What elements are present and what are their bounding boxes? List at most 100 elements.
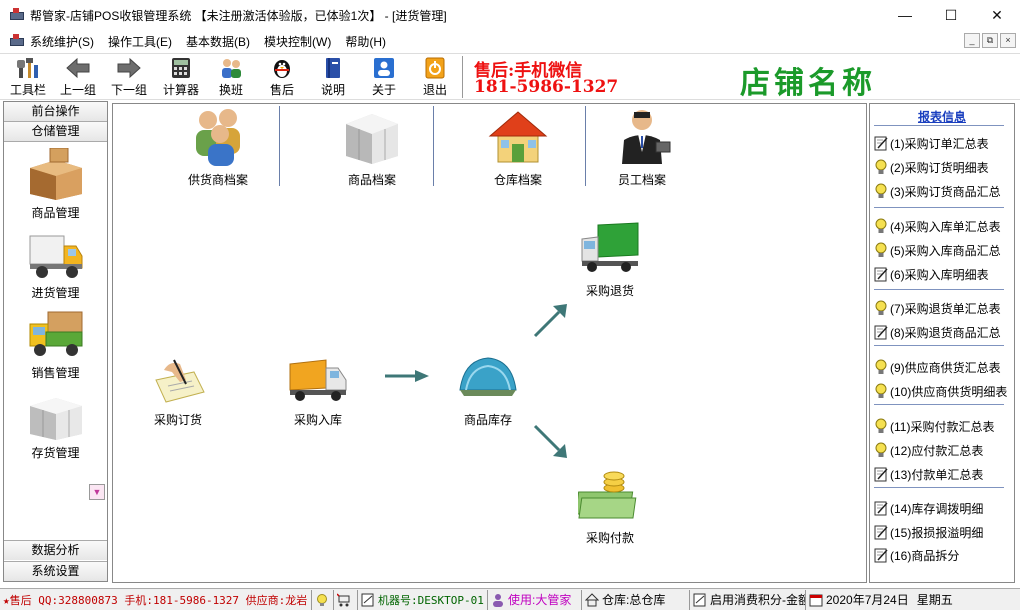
green-truck-icon xyxy=(578,221,642,277)
minimize-button[interactable]: — xyxy=(882,0,928,30)
book-icon xyxy=(321,57,345,79)
tools-icon xyxy=(16,57,40,79)
nav-data-analysis[interactable]: 数据分析 xyxy=(4,540,107,560)
report-item-label: (2)采购订货明细表 xyxy=(890,160,989,175)
supplier-archive-button[interactable]: 供货商档案 xyxy=(143,106,293,187)
toolbar-label: 售后 xyxy=(269,83,294,97)
nav-scroll-down-button[interactable]: ▼ xyxy=(89,484,105,500)
report-item[interactable]: (12)应付款汇总表 xyxy=(874,440,983,460)
mdi-minimize-button[interactable]: _ xyxy=(964,33,980,48)
nav-module-list: 商品管理 进货管理 销售管理 存货管理 ▼ xyxy=(4,142,107,539)
report-panel-title[interactable]: 报表信息 xyxy=(870,108,1014,124)
report-item[interactable]: (15)报损报溢明细 xyxy=(874,522,983,542)
toolbar-tools-button[interactable]: 工具栏 xyxy=(3,57,53,99)
note-icon xyxy=(874,500,888,516)
nav-warehouse-management[interactable]: 仓储管理 xyxy=(4,122,107,142)
toolbar-next-group-button[interactable]: 下一组 xyxy=(104,57,154,99)
report-item[interactable]: (16)商品拆分 xyxy=(874,545,959,565)
menu-system[interactable]: 系统维护(S) xyxy=(30,33,94,50)
report-item[interactable]: (8)采购退货商品汇总 xyxy=(874,322,1001,342)
flow-label: 采购入库 xyxy=(293,413,342,427)
bulb-icon xyxy=(874,242,888,258)
nav-system-settings[interactable]: 系统设置 xyxy=(4,561,107,581)
toolbar-label: 计算器 xyxy=(162,83,199,97)
purchase-inbound-button[interactable]: 采购入库 xyxy=(273,350,363,430)
status-warehouse: 仓库:总仓库 xyxy=(582,589,690,610)
close-button[interactable]: ✕ xyxy=(974,0,1020,30)
menu-basic-data[interactable]: 基本数据(B) xyxy=(186,33,250,50)
bulb-icon xyxy=(874,300,888,316)
status-date: 2020年7月24日 星期五 xyxy=(806,590,1020,610)
purchase-order-button[interactable]: 采购订货 xyxy=(133,350,223,430)
report-item[interactable]: (14)库存调拨明细 xyxy=(874,498,983,518)
nav-front-desk[interactable]: 前台操作 xyxy=(4,102,107,122)
report-item[interactable]: (9)供应商供货汇总表 xyxy=(874,357,1001,377)
maximize-button[interactable]: ☐ xyxy=(928,0,974,30)
nav-item-label: 销售管理 xyxy=(31,366,80,380)
report-item-label: (4)采购入库单汇总表 xyxy=(890,219,1001,234)
report-group-divider xyxy=(874,289,1004,290)
report-item[interactable]: (11)采购付款汇总表 xyxy=(874,416,994,436)
mdi-close-button[interactable]: × xyxy=(1000,33,1016,48)
suppliers-icon xyxy=(186,106,250,166)
report-item[interactable]: (7)采购退货单汇总表 xyxy=(874,298,1001,318)
bulb-icon xyxy=(874,218,888,234)
app-icon xyxy=(10,8,24,22)
top-row-divider xyxy=(279,106,280,186)
flow-label: 采购订货 xyxy=(153,413,202,427)
report-item[interactable]: (2)采购订货明细表 xyxy=(874,157,989,177)
note-icon xyxy=(874,466,888,482)
mdi-restore-button[interactable]: ⧉ xyxy=(982,33,998,48)
report-item[interactable]: (4)采购入库单汇总表 xyxy=(874,216,1001,236)
note-icon xyxy=(874,524,888,540)
report-item[interactable]: (3)采购订货商品汇总 xyxy=(874,181,1001,201)
toolbar-shift-button[interactable]: 换班 xyxy=(206,57,256,99)
report-panel: 报表信息 (1)采购订单汇总表 (2)采购订货明细表 (3)采购订货商品汇总 (4)采… xyxy=(869,103,1015,583)
menu-module-control[interactable]: 模块控制(W) xyxy=(264,33,331,50)
product-stock-button[interactable]: 商品库存 xyxy=(443,350,533,430)
status-weekday-text: 星期五 xyxy=(916,593,953,607)
toolbar-aftersale-button[interactable]: 售后 xyxy=(257,57,307,99)
report-item[interactable]: (5)采购入库商品汇总 xyxy=(874,240,1001,260)
bulb-icon xyxy=(874,383,888,399)
status-machine-text: 机器号:DESKTOP-01 xyxy=(378,593,484,607)
status-user-text: 使用:大管家 xyxy=(508,593,572,607)
report-item[interactable]: (10)供应商供货明细表 xyxy=(874,381,1007,401)
boxes-icon xyxy=(26,147,86,200)
bulb-icon xyxy=(874,442,888,458)
arrow-left-icon xyxy=(66,57,90,79)
status-bulb xyxy=(312,589,334,610)
toolbar-prev-group-button[interactable]: 上一组 xyxy=(53,57,103,99)
note-icon xyxy=(874,547,888,563)
report-item-label: (3)采购订货商品汇总 xyxy=(890,184,1001,199)
report-item-label: (10)供应商供货明细表 xyxy=(890,384,1008,399)
menu-tools[interactable]: 操作工具(E) xyxy=(108,33,172,50)
note-icon xyxy=(361,593,375,607)
main-panel: 供货商档案 商品档案 仓库档案 员工档案 采购订货 采购入库 商品库存 采购退货… xyxy=(112,103,867,583)
nav-inventory-management[interactable]: 存货管理 xyxy=(4,388,107,466)
report-item-label: (6)采购入库明细表 xyxy=(890,267,989,282)
toolbar-about-button[interactable]: 关于 xyxy=(359,57,409,99)
report-item[interactable]: (13)付款单汇总表 xyxy=(874,464,983,484)
product-archive-button[interactable]: 商品档案 xyxy=(297,106,447,187)
penguin-icon xyxy=(270,57,294,79)
menu-help[interactable]: 帮助(H) xyxy=(345,33,386,50)
cargo-truck-icon xyxy=(26,308,86,360)
flow-label: 采购退货 xyxy=(585,284,634,298)
nav-purchase-management[interactable]: 进货管理 xyxy=(4,228,107,306)
toolbar-exit-button[interactable]: 退出 xyxy=(410,57,460,99)
nav-sales-management[interactable]: 销售管理 xyxy=(4,308,107,386)
window-title: 帮管家-店铺POS收银管理系统 【未注册激活体验版，已体验1次】 - [进货管理… xyxy=(30,8,447,23)
nav-product-management[interactable]: 商品管理 xyxy=(4,147,107,226)
bulb-icon xyxy=(315,593,329,607)
toolbar-calculator-button[interactable]: 计算器 xyxy=(156,57,206,99)
app-menu-icon[interactable] xyxy=(10,34,24,48)
report-item[interactable]: (6)采购入库明细表 xyxy=(874,264,989,284)
purchase-return-button[interactable]: 采购退货 xyxy=(565,221,655,301)
employee-archive-button[interactable]: 员工档案 xyxy=(567,106,717,187)
purchase-payment-button[interactable]: 采购付款 xyxy=(565,468,655,548)
report-item[interactable]: (1)采购订单汇总表 xyxy=(874,133,989,153)
toolbar-manual-button[interactable]: 说明 xyxy=(308,57,358,99)
report-item-label: (16)商品拆分 xyxy=(890,548,960,563)
nav-item-label: 商品管理 xyxy=(31,206,80,220)
